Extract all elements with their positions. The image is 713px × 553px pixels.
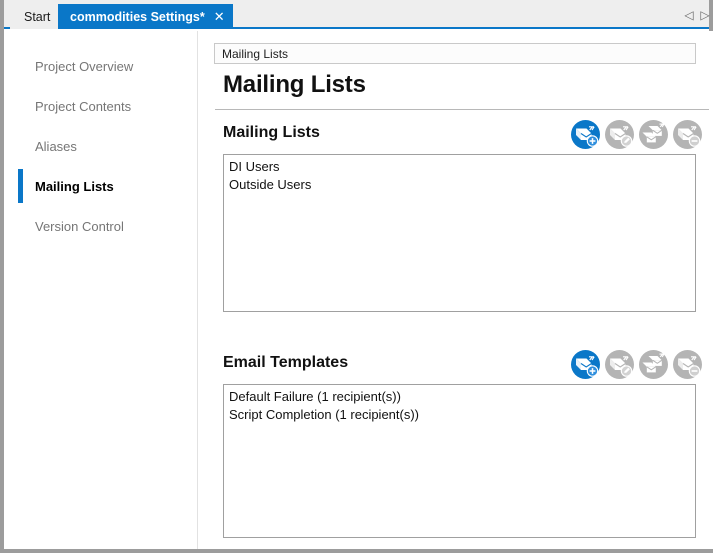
list-item[interactable]: Outside Users [228,176,695,194]
breadcrumb[interactable]: Mailing Lists [214,43,696,64]
section-title: Email Templates [223,354,349,371]
sidebar-item-version-control[interactable]: Version Control [8,206,197,246]
close-icon[interactable]: ✕ [214,10,225,23]
sidebar-item-label: Aliases [35,138,77,154]
sidebar-item-project-contents[interactable]: Project Contents [8,86,197,126]
mail-copy-icon [642,353,665,373]
sidebar: Project Overview Project Contents Aliase… [8,31,198,549]
remove-email-template-button [673,350,702,379]
copy-email-template-button [639,350,668,379]
mail-edit-icon [610,356,633,377]
sidebar-item-project-overview[interactable]: Project Overview [8,46,197,86]
tab-start-label: Start [24,9,51,24]
copy-mailing-list-button [639,120,668,149]
content-pane: Mailing Lists Mailing Lists Mailing List… [199,31,713,549]
sidebar-item-label: Project Contents [35,98,132,114]
list-item[interactable]: Default Failure (1 recipient(s)) [228,388,695,406]
chevron-right-icon[interactable]: ▷ [699,9,711,23]
section-header: Mailing Lists [199,120,713,154]
settings-window: Start commodities Settings* ✕ ◁ ▷ Projec… [0,0,713,553]
mail-edit-icon [610,126,633,147]
mail-add-icon [576,126,599,147]
email-templates-listbox[interactable]: Default Failure (1 recipient(s)) Script … [223,384,696,538]
section-mailing-lists: Mailing Lists DI Users Outside Users [199,120,713,312]
breadcrumb-label: Mailing Lists [222,46,289,61]
tab-start[interactable]: Start [10,4,65,29]
sidebar-item-label: Project Overview [35,58,134,74]
section-email-templates: Email Templates Default Failure (1 recip… [199,350,713,538]
title-divider [215,109,709,110]
list-item[interactable]: DI Users [228,158,695,176]
sidebar-item-label: Mailing Lists [35,178,114,194]
page-title: Mailing Lists [223,71,366,98]
email-templates-toolbar [571,350,702,379]
list-item[interactable]: Script Completion (1 recipient(s)) [228,406,695,424]
sidebar-item-mailing-lists[interactable]: Mailing Lists [8,166,197,206]
mail-add-icon [576,356,599,377]
section-title: Mailing Lists [223,124,320,141]
mailing-lists-listbox[interactable]: DI Users Outside Users [223,154,696,312]
mail-copy-icon [642,123,665,143]
sidebar-item-label: Version Control [35,218,124,234]
sidebar-item-aliases[interactable]: Aliases [8,126,197,166]
chevron-left-icon[interactable]: ◁ [683,9,695,23]
add-email-template-button[interactable] [571,350,600,379]
tab-strip: Start commodities Settings* ✕ ◁ ▷ [4,0,711,29]
tab-commodities-settings[interactable]: commodities Settings* ✕ [58,4,233,29]
add-mailing-list-button[interactable] [571,120,600,149]
selection-accent-bar [18,169,23,203]
mail-remove-icon [678,356,701,377]
section-header: Email Templates [199,350,713,384]
remove-mailing-list-button [673,120,702,149]
mail-remove-icon [678,126,701,147]
mailing-lists-toolbar [571,120,702,149]
edit-email-template-button [605,350,634,379]
tab-commodities-settings-label: commodities Settings* [70,9,205,24]
edit-mailing-list-button [605,120,634,149]
